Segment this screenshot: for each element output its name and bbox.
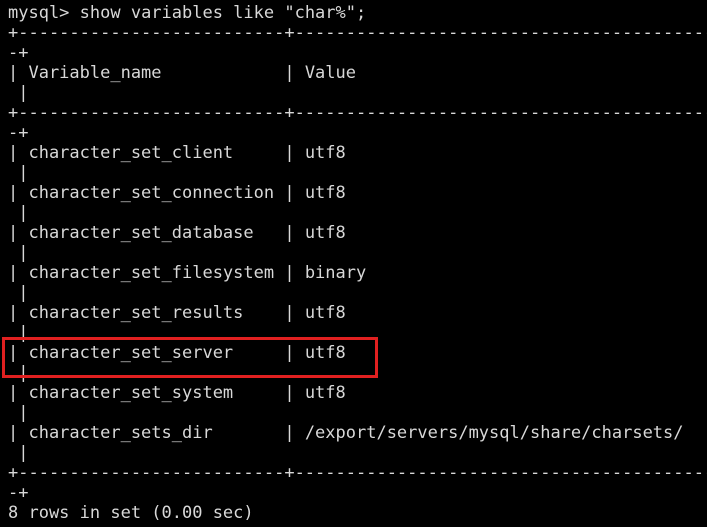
table-row: | character_set_filesystem | binary — [8, 263, 707, 283]
mysql-prompt: mysql> — [8, 3, 80, 23]
table-row-wrap: | — [8, 363, 29, 383]
table-row-wrap: | — [8, 243, 29, 263]
table-border-top-wrap: -+ — [8, 43, 29, 63]
table-border-top: +--------------------------+------------… — [8, 23, 707, 43]
table-row-wrap: | — [8, 283, 29, 303]
header-variable-name: | Variable_name — [8, 63, 285, 83]
row-value: | binary — [284, 263, 367, 283]
row-value: | utf8 — [284, 303, 346, 323]
row-variable-name: | character_set_results — [8, 303, 285, 323]
table-border-mid-wrap: -+ — [8, 123, 29, 143]
row-variable-name: | character_set_database — [8, 223, 285, 243]
table-border-bottom: +--------------------------+------------… — [8, 463, 707, 483]
row-value: | /export/servers/mysql/share/charsets/ — [284, 423, 684, 443]
row-value: | utf8 — [284, 183, 346, 203]
row-variable-name: | character_set_client — [8, 143, 285, 163]
row-variable-name: | character_set_system — [8, 383, 285, 403]
row-variable-name: | character_set_server — [8, 343, 285, 363]
table-row-wrap: | — [8, 403, 29, 423]
row-value: | utf8 — [284, 343, 346, 363]
result-status: 8 rows in set (0.00 sec) — [8, 503, 254, 523]
table-header-wrap: | — [8, 83, 29, 103]
table-row: | character_set_connection | utf8 — [8, 183, 707, 203]
command-line: mysql> show variables like "char%"; — [8, 3, 707, 23]
table-header: | Variable_name | Value — [8, 63, 707, 83]
table-row-wrap: | — [8, 443, 29, 463]
table-row: | character_set_system | utf8 — [8, 383, 707, 403]
table-row: | character_sets_dir | /export/servers/m… — [8, 423, 707, 443]
row-value: | utf8 — [284, 383, 346, 403]
terminal-window[interactable]: mysql> show variables like "char%"; +---… — [0, 0, 707, 527]
table-row-wrap: | — [8, 323, 29, 343]
command-text: show variables like "char%"; — [79, 3, 367, 23]
row-variable-name: | character_set_connection — [8, 183, 285, 203]
table-row-highlighted: | character_set_server | utf8 — [8, 343, 707, 363]
header-value: | Value — [284, 63, 356, 83]
table-row-wrap: | — [8, 203, 29, 223]
table-border-mid: +--------------------------+------------… — [8, 103, 707, 123]
table-row: | character_set_results | utf8 — [8, 303, 707, 323]
row-variable-name: | character_set_filesystem — [8, 263, 285, 283]
table-row-wrap: | — [8, 163, 29, 183]
row-value: | utf8 — [284, 223, 346, 243]
row-variable-name: | character_sets_dir — [8, 423, 285, 443]
table-row: | character_set_client | utf8 — [8, 143, 707, 163]
table-row: | character_set_database | utf8 — [8, 223, 707, 243]
row-value: | utf8 — [284, 143, 346, 163]
table-border-bottom-wrap: -+ — [8, 483, 29, 503]
